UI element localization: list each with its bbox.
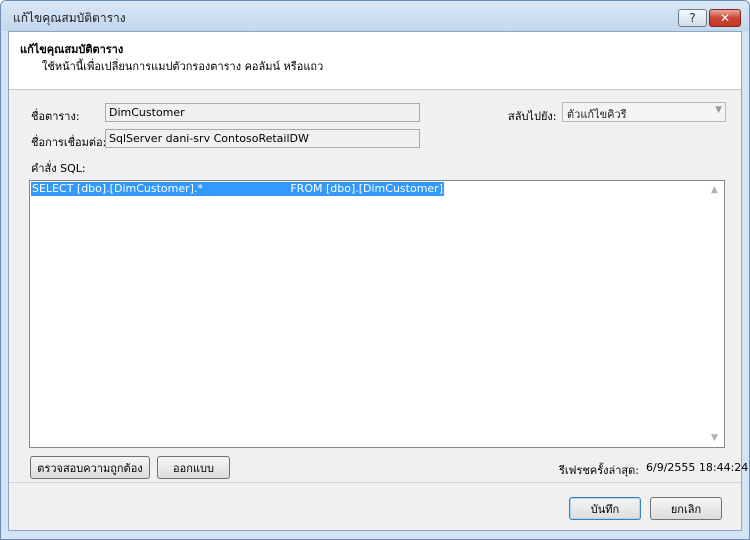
last-refresh-value: 6/9/2555 18:44:24	[646, 461, 749, 474]
switch-dropdown[interactable]: ตัวแก้ไขคิวรี ▼	[562, 102, 726, 122]
close-button[interactable]: ✕	[709, 9, 741, 27]
scroll-up-icon[interactable]: ▲	[711, 185, 718, 195]
dialog-body: แก้ไขคุณสมบัติตาราง ใช้หน้านี้เพื่อเปลี่…	[8, 31, 748, 531]
footer-divider	[9, 482, 741, 483]
table-name-field: DimCustomer	[105, 103, 420, 122]
window-title: แก้ไขคุณสมบัติตาราง	[13, 11, 126, 25]
help-icon: ?	[689, 11, 696, 25]
switch-label: สลับไปยัง:	[508, 110, 557, 123]
sql-editor[interactable]: SELECT [dbo].[DimCustomer].* FROM [dbo].…	[29, 180, 725, 448]
title-bar[interactable]: แก้ไขคุณสมบัติตาราง ? ✕	[1, 1, 749, 31]
cancel-button[interactable]: ยกเลิก	[650, 497, 722, 520]
connection-field: SqlServer dani-srv ContosoRetailDW	[105, 129, 420, 148]
header-panel: แก้ไขคุณสมบัติตาราง ใช้หน้านี้เพื่อเปลี่…	[9, 32, 741, 90]
dialog-window: แก้ไขคุณสมบัติตาราง ? ✕ แก้ไขคุณสมบัติตา…	[0, 0, 750, 540]
help-button[interactable]: ?	[678, 9, 707, 27]
sql-query-text[interactable]: SELECT [dbo].[DimCustomer].* FROM [dbo].…	[31, 182, 444, 196]
sql-label: คำสั่ง SQL:	[31, 162, 86, 175]
scroll-down-icon[interactable]: ▼	[711, 433, 718, 443]
last-refresh-label: รีเฟรชครั้งล่าสุด:	[559, 464, 639, 477]
chevron-down-icon: ▼	[715, 105, 722, 115]
header-subtitle: ใช้หน้านี้เพื่อเปลี่ยนการแมปตัวกรองตาราง…	[42, 60, 324, 73]
switch-dropdown-value: ตัวแก้ไขคิวรี	[567, 108, 627, 121]
close-icon: ✕	[719, 11, 731, 25]
connection-label: ชื่อการเชื่อมต่อ:	[31, 136, 107, 149]
validate-button[interactable]: ตรวจสอบความถูกต้อง	[30, 456, 150, 479]
table-name-label: ชื่อตาราง:	[31, 110, 80, 123]
sql-scrollbar[interactable]: ▲ ▼	[707, 181, 724, 447]
save-button[interactable]: บันทึก	[569, 497, 641, 520]
design-button[interactable]: ออกแบบ	[157, 456, 230, 479]
header-title: แก้ไขคุณสมบัติตาราง	[20, 43, 124, 56]
